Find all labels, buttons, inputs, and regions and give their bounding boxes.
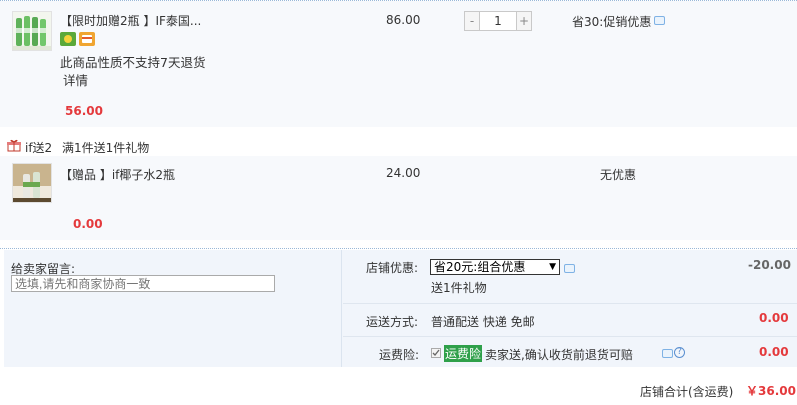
quantity-input[interactable]: 1 [480,11,516,31]
decrease-button[interactable]: - [464,11,480,31]
help-icon[interactable]: ? [674,347,685,358]
item-2-subtotal: 0.00 [73,217,103,231]
shop-discount-selected: 省20元:组合优惠 [434,260,526,274]
dropdown-arrow-icon: ▼ [549,262,556,272]
insurance-amount: 0.00 [759,345,789,359]
item-1-quantity-stepper: - 1 + [464,11,532,31]
gift-note: 送1件礼物 [431,281,487,295]
shipping-label: 运送方式: [366,315,419,329]
row-divider [343,336,797,337]
quality-badge-icon [60,32,76,46]
coconut-water-image [13,164,51,202]
shop-discount-label: 店铺优惠: [366,261,419,275]
detail-link[interactable]: 详情 [63,70,88,89]
item-1-thumbnail[interactable] [12,11,52,51]
gift-icon [7,139,21,155]
item-1-discount: 省30:促销优惠 [572,15,652,29]
item-1-unit-price: 86.00 [386,13,421,27]
chat-icon[interactable] [662,349,673,358]
section-divider [0,248,797,249]
item-2-title[interactable]: 【赠品 】if椰子水2瓶 [60,166,175,183]
total-amount: ￥36.00 [746,384,796,398]
coconut-bottles-image [13,12,51,50]
shop-discount-amount: -20.00 [748,258,791,272]
shop-discount-select[interactable]: 省20元:组合优惠 ▼ [430,259,560,275]
checkbox-icon[interactable] [431,347,441,361]
insurance-tag: 运费险 [444,345,483,362]
gift-promo-desc: 满1件送1件礼物 [62,141,150,155]
row-divider [343,303,797,304]
item-1-title[interactable]: 【限时加赠2瓶 】IF泰国... [60,12,201,29]
increase-button[interactable]: + [516,11,532,31]
seller-message-input[interactable] [11,275,275,292]
insurance-desc: 卖家送,确认收货前退货可赔 [485,348,633,362]
total-label: 店铺合计(含运费) [640,385,734,399]
item-2-thumbnail[interactable] [12,163,52,203]
chat-icon[interactable] [654,16,665,25]
insurance-label: 运费险: [379,348,420,362]
gift-promo-tag: if送2 [25,141,53,155]
item-2-unit-price: 24.00 [386,166,421,180]
chat-icon[interactable] [564,264,575,273]
no-return-notice: 此商品性质不支持7天退货 [60,55,206,70]
card-badge-icon [79,32,95,46]
item-2-discount: 无优惠 [600,168,637,182]
shipping-amount: 0.00 [759,311,789,325]
shipping-method: 普通配送 快递 免邮 [431,315,535,329]
item-1-subtotal: 56.00 [65,104,103,118]
